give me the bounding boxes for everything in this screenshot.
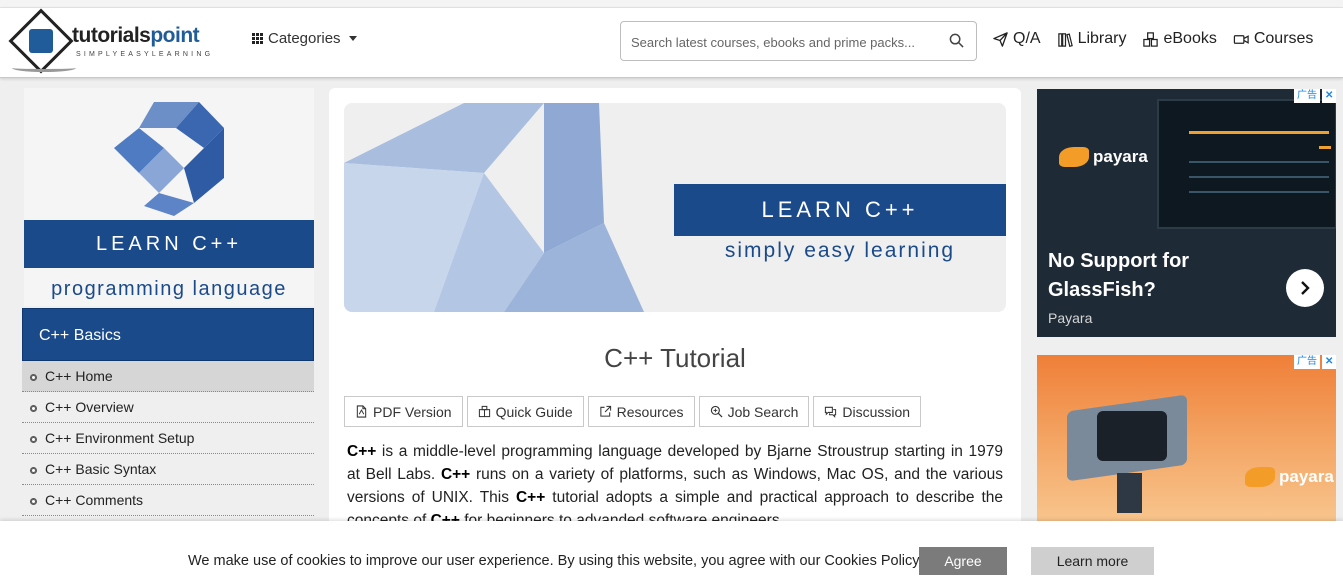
- ad-close-icon[interactable]: ✕: [1322, 355, 1336, 369]
- resources-label: Resources: [616, 403, 684, 420]
- logo-wordmark: tutorialspoint: [72, 24, 200, 47]
- nav-ebooks-label: eBooks: [1163, 30, 1217, 47]
- external-link-icon: [599, 405, 611, 417]
- sidebar-item-cpp-home[interactable]: C++ Home: [22, 361, 314, 392]
- ad-label: 广告: [1294, 355, 1320, 369]
- nav-ebooks-link[interactable]: eBooks: [1142, 30, 1217, 48]
- advertisement-payara[interactable]: payara 广告 ✕: [1037, 355, 1336, 525]
- boxes-icon: [1143, 31, 1159, 47]
- tutorial-banner: LEARN C++ simply easy learning: [344, 103, 1006, 312]
- tutorial-content: LEARN C++ simply easy learning C++ Tutor…: [329, 88, 1021, 529]
- ad-choices[interactable]: 广告 ✕: [1294, 355, 1336, 369]
- sidebar-item-cpp-basic-syntax[interactable]: C++ Basic Syntax: [22, 454, 314, 485]
- ad-close-icon[interactable]: ✕: [1322, 89, 1336, 103]
- search-input[interactable]: [631, 32, 931, 52]
- search-icon: [710, 405, 723, 418]
- ad-headline: No Support for GlassFish?: [1048, 250, 1190, 301]
- caret-down-icon: [348, 36, 357, 41]
- sidebar-image-title: LEARN C++: [24, 220, 314, 268]
- pdf-icon: [356, 405, 367, 418]
- cookie-learn-more-button[interactable]: Learn more: [1031, 547, 1154, 575]
- paper-plane-icon: [993, 31, 1008, 47]
- logo-book-icon: [29, 29, 53, 53]
- banner-cpp-graphic: [344, 103, 644, 312]
- logo-swoosh: [12, 64, 76, 72]
- banner-title: LEARN C++: [674, 184, 1006, 236]
- cookie-consent-bar: We make use of cookies to improve our us…: [0, 521, 1343, 587]
- logo-tagline: SIMPLYEASYLEARNING: [76, 51, 214, 58]
- sidebar-item-cpp-comments[interactable]: C++ Comments: [22, 485, 314, 516]
- cookie-agree-button[interactable]: Agree: [919, 547, 1007, 575]
- sidebar-item-cpp-environment-setup[interactable]: C++ Environment Setup: [22, 423, 314, 454]
- left-sidebar: LEARN C++ programming language C++ Basic…: [22, 88, 314, 528]
- ad-arrow-button[interactable]: [1286, 269, 1324, 307]
- sidebar-item-cpp-overview[interactable]: C++ Overview: [22, 392, 314, 423]
- tutorialspoint-logo[interactable]: tutorialspoint SIMPLYEASYLEARNING: [8, 8, 227, 74]
- nav-courses-link[interactable]: Courses: [1233, 30, 1314, 48]
- page-title: C++ Tutorial: [604, 343, 746, 373]
- nav-library-link[interactable]: Library: [1057, 30, 1127, 48]
- discussion-label: Discussion: [842, 403, 911, 420]
- sidebar-topic-list: C++ Home C++ Overview C++ Environment Se…: [22, 361, 314, 516]
- pdf-version-label: PDF Version: [373, 403, 452, 420]
- tutorial-intro-paragraph: C++ is a middle-level programming langua…: [347, 443, 1003, 529]
- payara-fish-icon: [1059, 147, 1089, 167]
- pdf-version-button[interactable]: PDF Version: [344, 396, 463, 427]
- books-icon: [1057, 32, 1073, 47]
- quick-guide-icon: [478, 405, 490, 418]
- quick-guide-label: Quick Guide: [495, 403, 573, 420]
- ad-choices[interactable]: 广告 ✕: [1294, 89, 1336, 103]
- grid-icon: [252, 33, 263, 44]
- sidebar-heading: C++ Basics: [22, 308, 314, 361]
- security-camera-image: [1067, 383, 1197, 513]
- quick-guide-button[interactable]: Quick Guide: [466, 396, 584, 427]
- payara-logo: payara: [1059, 147, 1148, 167]
- ad-screenshot-image: [1157, 99, 1336, 229]
- nav-courses-label: Courses: [1253, 30, 1314, 47]
- job-search-label: Job Search: [727, 403, 799, 420]
- top-nav: Q/A Library eBooks Courses: [992, 30, 1313, 48]
- payara-logo: payara: [1245, 467, 1334, 487]
- search-box: [620, 21, 977, 61]
- ad-brand: Payara: [1048, 310, 1093, 326]
- nav-qa-link[interactable]: Q/A: [992, 30, 1041, 48]
- resources-button[interactable]: Resources: [587, 396, 695, 427]
- sidebar-image-subtitle: programming language: [51, 278, 287, 300]
- comments-icon: [825, 406, 837, 418]
- cookie-message: We make use of cookies to improve our us…: [188, 553, 923, 569]
- discussion-button[interactable]: Discussion: [813, 396, 922, 427]
- search-icon[interactable]: [949, 33, 964, 48]
- chevron-right-icon: [1301, 281, 1310, 295]
- site-header: tutorialspoint SIMPLYEASYLEARNING Catego…: [0, 8, 1343, 78]
- payara-fish-icon: [1245, 467, 1275, 487]
- banner-subtitle: simply easy learning: [724, 239, 956, 262]
- top-strip: [0, 0, 1343, 8]
- categories-label: Categories: [268, 30, 341, 47]
- nav-library-label: Library: [1077, 30, 1127, 47]
- sidebar-course-image: LEARN C++ programming language: [24, 88, 314, 306]
- job-search-button[interactable]: Job Search: [698, 396, 810, 427]
- ad-label: 广告: [1294, 89, 1320, 103]
- nav-qa-label: Q/A: [1013, 30, 1041, 47]
- video-camera-icon: [1233, 34, 1249, 44]
- categories-menu[interactable]: Categories: [252, 30, 357, 47]
- advertisement-glassfish[interactable]: payara No Support for GlassFish? Payara …: [1037, 89, 1336, 337]
- tutorial-actions: PDF Version Quick Guide Resources Job Se…: [344, 396, 922, 427]
- cpp-logo-graphic: [114, 102, 224, 216]
